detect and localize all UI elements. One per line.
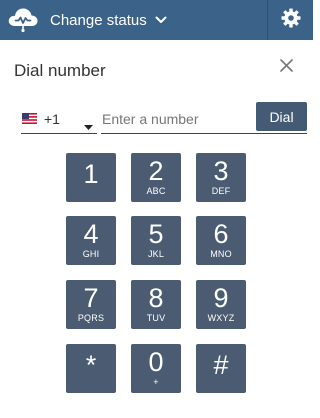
- key-hash[interactable]: #: [196, 344, 246, 393]
- key-letters: TUV: [146, 313, 166, 323]
- key-4[interactable]: 4 GHI: [66, 216, 116, 265]
- key-3[interactable]: 3 DEF: [196, 153, 246, 202]
- key-1[interactable]: 1: [66, 153, 116, 202]
- close-button[interactable]: [276, 58, 296, 78]
- cloud-wave-icon: [7, 5, 39, 33]
- key-digit: 9: [213, 283, 229, 313]
- key-letters: DEF: [211, 186, 231, 196]
- key-digit: 0: [148, 347, 164, 377]
- key-digit: 3: [213, 156, 229, 186]
- key-6[interactable]: 6 MNO: [196, 216, 246, 265]
- chevron-down-icon: [155, 16, 167, 24]
- key-digit: 2: [148, 156, 164, 186]
- number-input-underline: [101, 133, 307, 134]
- key-5[interactable]: 5 JKL: [131, 216, 181, 265]
- key-9[interactable]: 9 WXYZ: [196, 280, 246, 329]
- key-digit: 1: [83, 159, 99, 189]
- caret-down-icon: [84, 117, 93, 135]
- key-0[interactable]: 0 +: [131, 344, 181, 393]
- key-digit: 7: [83, 283, 99, 313]
- us-flag-icon: [21, 113, 44, 124]
- country-code-select[interactable]: +1: [21, 104, 97, 134]
- gear-icon: [281, 8, 301, 33]
- key-letters: ABC: [146, 186, 166, 196]
- key-digit: 4: [83, 219, 99, 249]
- key-digit: 6: [213, 219, 229, 249]
- country-code-value: +1: [44, 110, 60, 127]
- dialog-title: Dial number: [14, 61, 106, 80]
- key-8[interactable]: 8 TUV: [131, 280, 181, 329]
- key-star[interactable]: *: [66, 344, 116, 393]
- key-letters: PQRS: [77, 313, 105, 323]
- key-letters: +: [153, 377, 159, 387]
- header-bar: Change status: [0, 0, 313, 40]
- key-2[interactable]: 2 ABC: [131, 153, 181, 202]
- settings-button[interactable]: [268, 0, 313, 40]
- phone-number-input[interactable]: [101, 104, 253, 134]
- change-status-button[interactable]: Change status: [50, 0, 167, 40]
- dial-button[interactable]: Dial: [256, 102, 307, 131]
- key-letters: MNO: [210, 249, 232, 259]
- key-digit: #: [213, 350, 229, 380]
- key-digit: 5: [148, 219, 164, 249]
- key-digit: 8: [148, 283, 164, 313]
- key-letters: WXYZ: [207, 313, 235, 323]
- key-letters: JKL: [147, 249, 165, 259]
- key-letters: GHI: [82, 249, 100, 259]
- key-digit: *: [85, 350, 97, 380]
- close-icon: [279, 59, 293, 77]
- change-status-label: Change status: [50, 11, 147, 29]
- softphone-panel: Change status Dial number +1 Enter a num…: [0, 0, 313, 418]
- key-7[interactable]: 7 PQRS: [66, 280, 116, 329]
